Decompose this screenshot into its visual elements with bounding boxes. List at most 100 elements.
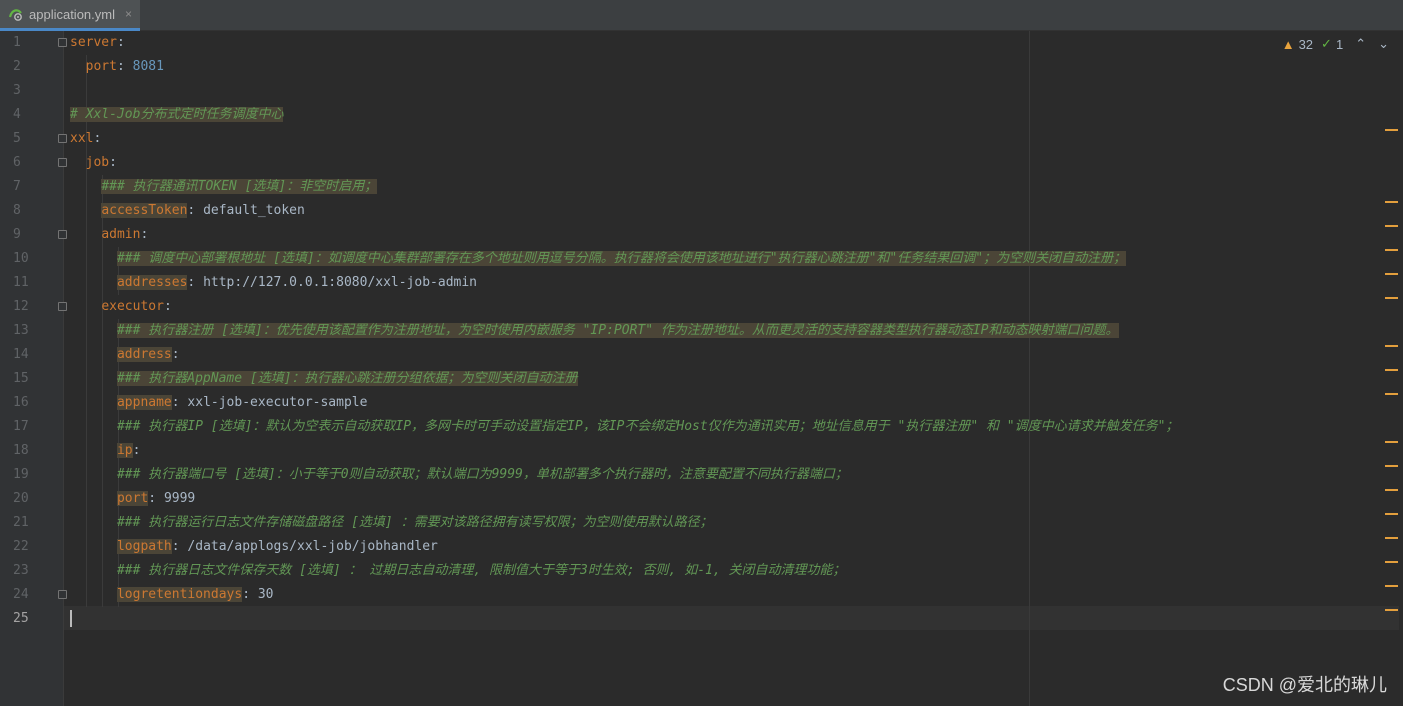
code-line: ### 执行器端口号 [选填]：小于等于0则自动获取；默认端口为9999，单机部… xyxy=(70,463,848,487)
line-number: 6 xyxy=(13,155,21,170)
warning-count: 32 xyxy=(1298,36,1314,52)
current-line-highlight xyxy=(64,606,1399,630)
code-line: port: 8081 xyxy=(70,55,164,79)
warning-stripe[interactable] xyxy=(1385,273,1398,275)
yaml-comment-cjk: 分布式定时任务调度中心 xyxy=(140,107,284,122)
code-line: ### 执行器日志文件保存天数 [选填] ： 过期日志自动清理, 限制值大于等于… xyxy=(70,559,846,583)
code-line: ### 执行器运行日志文件存储磁盘路径 [选填] ：需要对该路径拥有读写权限；为… xyxy=(70,511,713,535)
yaml-comment: ### 执行器运行日志文件存储磁盘路径 [选填] ：需要对该路径拥有读写权限；为… xyxy=(116,515,713,530)
code-line: appname: xxl-job-executor-sample xyxy=(70,391,367,415)
yaml-separator: : xyxy=(116,59,133,74)
yaml-value: 8081 xyxy=(132,59,164,74)
yaml-comment: ### 调度中心部署根地址 [选填]：如调度中心集群部署存在多个地址则用逗号分隔… xyxy=(116,251,1127,266)
text-caret xyxy=(70,610,72,627)
yaml-separator: : xyxy=(242,587,258,602)
warning-icon: ▲ xyxy=(1281,36,1295,52)
yaml-comment: ### 执行器IP [选填]：默认为空表示自动获取IP，多网卡时可手动设置指定I… xyxy=(116,419,1179,434)
line-number: 17 xyxy=(13,419,29,434)
code-line: ### 执行器AppName [选填]：执行器心跳注册分组依据；为空则关闭自动注… xyxy=(70,367,578,391)
watermark: CSDN @爱北的琳儿 xyxy=(1222,675,1387,695)
yaml-key: appname xyxy=(116,395,172,410)
yaml-key: admin xyxy=(101,227,141,242)
yaml-key: xxl xyxy=(70,131,94,146)
yaml-key: addresses xyxy=(116,275,188,290)
code-line: ### 执行器注册 [选填]：优先使用该配置作为注册地址，为空时使用内嵌服务 "… xyxy=(70,319,1119,343)
tab-application-yml[interactable]: application.yml × xyxy=(0,0,140,31)
code-line: address: xyxy=(70,343,180,367)
yaml-value: 30 xyxy=(257,587,274,602)
warning-stripe[interactable] xyxy=(1385,201,1398,203)
yaml-separator: : xyxy=(171,395,188,410)
editor-tab-bar: application.yml × xyxy=(0,0,1403,31)
warning-stripe[interactable] xyxy=(1385,369,1398,371)
warning-stripe[interactable] xyxy=(1385,513,1398,515)
warning-stripe[interactable] xyxy=(1385,441,1398,443)
code-editor[interactable]: server: port: 8081 # Xxl-Job分布式定时任务调度中心 … xyxy=(64,31,1399,706)
code-line: ### 调度中心部署根地址 [选填]：如调度中心集群部署存在多个地址则用逗号分隔… xyxy=(70,247,1127,271)
warning-stripe[interactable] xyxy=(1385,609,1398,611)
chevron-up-icon[interactable]: ⌃ xyxy=(1355,36,1366,52)
code-line: admin: xyxy=(70,223,148,247)
warning-stripe[interactable] xyxy=(1385,393,1398,395)
code-line: job: xyxy=(70,151,117,175)
warning-stripe[interactable] xyxy=(1385,537,1398,539)
warning-stripe[interactable] xyxy=(1385,297,1398,299)
code-line: xxl: xyxy=(70,127,101,151)
line-number-current: 25 xyxy=(13,611,29,626)
line-number: 13 xyxy=(13,323,29,338)
yaml-comment: ### 执行器AppName [选填]：执行器心跳注册分组依据；为空则关闭自动注… xyxy=(116,371,578,386)
yaml-value: default_token xyxy=(203,203,305,218)
line-number: 5 xyxy=(13,131,21,146)
yaml-separator: : xyxy=(163,299,172,314)
code-line: ### 执行器通讯TOKEN [选填]：非空时启用； xyxy=(70,175,378,199)
warning-stripe[interactable] xyxy=(1385,345,1398,347)
line-number: 10 xyxy=(13,251,29,266)
line-number: 2 xyxy=(13,59,21,74)
yaml-key: address xyxy=(116,347,172,362)
code-line: ### 执行器IP [选填]：默认为空表示自动获取IP，多网卡时可手动设置指定I… xyxy=(70,415,1179,439)
yaml-value: 9999 xyxy=(163,491,196,506)
line-number: 1 xyxy=(13,35,21,50)
tab-filename: application.yml xyxy=(29,6,115,22)
yaml-key: logretentiondays xyxy=(116,587,243,602)
yaml-separator: : xyxy=(93,131,102,146)
line-number: 8 xyxy=(13,203,21,218)
warning-stripe[interactable] xyxy=(1385,585,1398,587)
code-line: addresses: http://127.0.0.1:8080/xxl-job… xyxy=(70,271,477,295)
yaml-separator: : xyxy=(187,275,204,290)
line-number: 19 xyxy=(13,467,29,482)
yaml-key: ip xyxy=(116,443,133,458)
yaml-separator: : xyxy=(148,491,164,506)
code-line: server: xyxy=(70,31,125,55)
warning-stripe[interactable] xyxy=(1385,129,1398,131)
close-icon[interactable]: × xyxy=(125,7,132,21)
yaml-key: accessToken xyxy=(101,203,188,218)
inspection-widget[interactable]: ▲ 32 ✓ 1 ⌃ ⌄ xyxy=(1282,36,1389,52)
warning-stripe[interactable] xyxy=(1385,465,1398,467)
yaml-key: port xyxy=(116,491,149,506)
yaml-comment: ### 执行器端口号 [选填]：小于等于0则自动获取；默认端口为9999，单机部… xyxy=(116,467,848,482)
line-number: 20 xyxy=(13,491,29,506)
warning-stripe[interactable] xyxy=(1385,225,1398,227)
check-count: 1 xyxy=(1335,36,1344,52)
warning-stripe[interactable] xyxy=(1385,249,1398,251)
code-line: port: 9999 xyxy=(70,487,195,511)
line-number: 24 xyxy=(13,587,29,602)
line-number: 18 xyxy=(13,443,29,458)
yaml-value: /data/applogs/xxl-job/jobhandler xyxy=(187,539,438,554)
line-number: 12 xyxy=(13,299,29,314)
yaml-separator: : xyxy=(187,203,204,218)
warning-stripe[interactable] xyxy=(1385,489,1398,491)
yaml-comment: ### 执行器注册 [选填]：优先使用该配置作为注册地址，为空时使用内嵌服务 "… xyxy=(116,323,1119,338)
check-icon: ✓ xyxy=(1321,36,1332,51)
yaml-separator: : xyxy=(171,347,180,362)
chevron-down-icon[interactable]: ⌄ xyxy=(1378,36,1389,52)
code-line: logretentiondays: 30 xyxy=(70,583,274,607)
line-number: 14 xyxy=(13,347,29,362)
yaml-key: port xyxy=(85,59,117,74)
yaml-key: executor xyxy=(101,299,164,314)
line-number: 16 xyxy=(13,395,29,410)
warning-stripe[interactable] xyxy=(1385,561,1398,563)
vertical-scrollbar[interactable] xyxy=(1399,31,1403,706)
line-number: 15 xyxy=(13,371,29,386)
